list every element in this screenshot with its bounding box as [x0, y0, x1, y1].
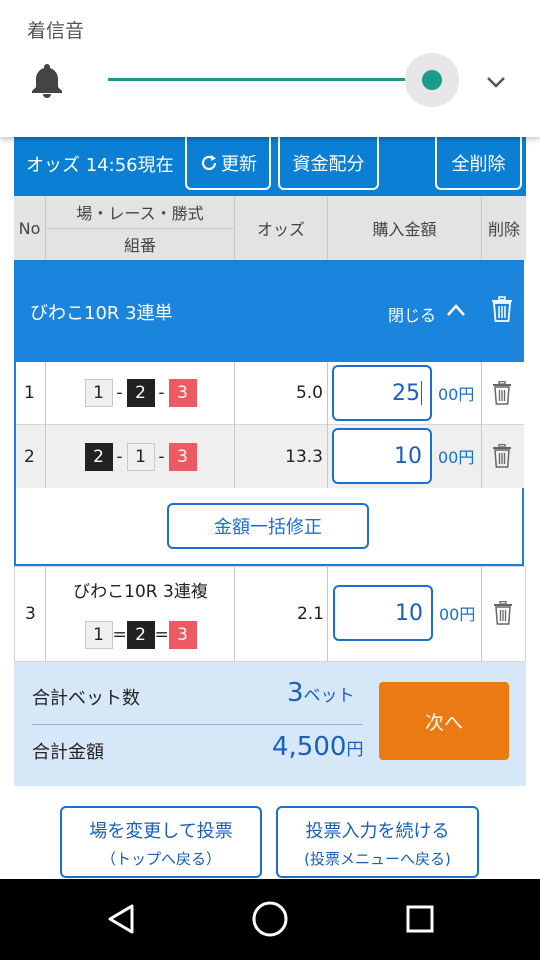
total-amount: 4,500円: [272, 732, 364, 762]
refresh-icon: [201, 154, 217, 170]
col-amount: 購入金額: [372, 220, 437, 239]
volume-title: 着信音: [27, 20, 85, 42]
bell-icon[interactable]: [30, 62, 64, 98]
change-venue-button[interactable]: 場を変更して投票 （トップへ戻る）: [60, 806, 262, 878]
trash-icon[interactable]: [492, 444, 512, 468]
row-no: 1: [24, 383, 35, 403]
odds-time: オッズ 14:56現在: [26, 155, 174, 176]
group-close-button[interactable]: 閉じる: [388, 302, 436, 326]
allocate-button[interactable]: 資金配分: [278, 137, 379, 190]
row-no: 3: [25, 604, 36, 624]
home-icon[interactable]: [251, 900, 289, 938]
bulk-edit-button[interactable]: 金額一括修正: [167, 503, 369, 549]
boat-number: 3: [168, 621, 197, 649]
amount-unit: 00円: [439, 605, 476, 624]
back-icon[interactable]: [106, 903, 136, 935]
delete-all-label: 全削除: [451, 153, 506, 175]
combination: 1 = 2 = 3: [46, 621, 235, 649]
bet-count-label: 合計ベット数: [32, 688, 140, 709]
col-venue-race-type: 場・レース・勝式: [76, 204, 204, 223]
group-title: びわこ10R 3連単: [30, 303, 173, 324]
amount-unit: 00円: [438, 448, 475, 467]
system-nav-bar: [0, 879, 540, 960]
combination: 2 - 1 - 3: [46, 425, 235, 488]
summary-panel: 合計ベット数 3ベット 合計金額 4,500円 次へ: [14, 662, 526, 786]
bet-count: 3ベット: [287, 678, 355, 708]
col-combination: 組番: [123, 236, 156, 255]
recents-icon[interactable]: [405, 904, 435, 934]
odds-value: 13.3: [285, 446, 323, 467]
change-venue-sub: （トップへ戻る）: [100, 850, 221, 868]
table-row: 2 2 - 1 - 3 13.3 10 00円: [16, 425, 524, 488]
amount-unit: 00円: [438, 385, 475, 404]
combination: 1 - 2 - 3: [46, 362, 235, 424]
col-delete: 削除: [487, 220, 520, 239]
table-header: No 場・レース・勝式 組番 オッズ 購入金額 削除: [14, 196, 526, 260]
odds-toolbar: オッズ 14:56現在 更新 資金配分 全削除: [14, 137, 526, 196]
volume-panel: 着信音: [0, 0, 540, 137]
bet-group-trifecta: びわこ10R 3連単 閉じる 1 1 - 2 - 3 5.0 25 00円 2 …: [14, 260, 524, 566]
boat-number: 3: [168, 442, 197, 471]
volume-slider-thumb[interactable]: [422, 70, 442, 90]
boat-number: 1: [126, 442, 155, 471]
bet-unit: ベット: [303, 686, 355, 706]
next-button[interactable]: 次へ: [379, 682, 509, 760]
boat-number: 2: [126, 621, 155, 649]
continue-sub: (投票メニューへ戻る): [304, 850, 451, 868]
boat-number: 1: [84, 379, 113, 407]
change-venue-label: 場を変更して投票: [89, 821, 233, 842]
boat-number: 2: [126, 379, 155, 407]
refresh-button[interactable]: 更新: [185, 137, 271, 190]
amount-input[interactable]: 10: [332, 428, 432, 484]
chevron-down-icon[interactable]: [484, 72, 508, 92]
col-odds: オッズ: [256, 220, 305, 239]
total-label: 合計金額: [32, 742, 104, 763]
amount-input[interactable]: 10: [333, 585, 433, 641]
trash-icon[interactable]: [491, 296, 513, 322]
trash-icon[interactable]: [493, 601, 513, 625]
total-unit: 円: [346, 740, 364, 760]
table-row: 1 1 - 2 - 3 5.0 25 00円: [16, 362, 524, 425]
odds-value: 2.1: [296, 604, 324, 624]
allocate-label: 資金配分: [292, 153, 365, 175]
trash-icon[interactable]: [492, 381, 512, 405]
refresh-label: 更新: [221, 153, 257, 175]
boat-number: 2: [84, 442, 113, 471]
delete-all-button[interactable]: 全削除: [435, 137, 522, 190]
chevron-up-icon[interactable]: [446, 302, 466, 318]
volume-slider-track[interactable]: [108, 78, 432, 81]
continue-label: 投票入力を続ける: [305, 821, 450, 842]
race-title: びわこ10R 3連複: [73, 582, 208, 602]
group-header[interactable]: びわこ10R 3連単 閉じる: [16, 262, 524, 362]
continue-input-button[interactable]: 投票入力を続ける (投票メニューへ戻る): [276, 806, 479, 878]
col-no: No: [18, 218, 41, 238]
odds-value: 5.0: [295, 383, 323, 403]
boat-number: 3: [168, 379, 197, 407]
table-row: 3 びわこ10R 3連複 1 = 2 = 3 2.1 10 00円: [14, 566, 526, 662]
amount-input[interactable]: 25: [332, 365, 432, 421]
row-no: 2: [24, 446, 35, 467]
boat-number: 1: [84, 621, 113, 649]
